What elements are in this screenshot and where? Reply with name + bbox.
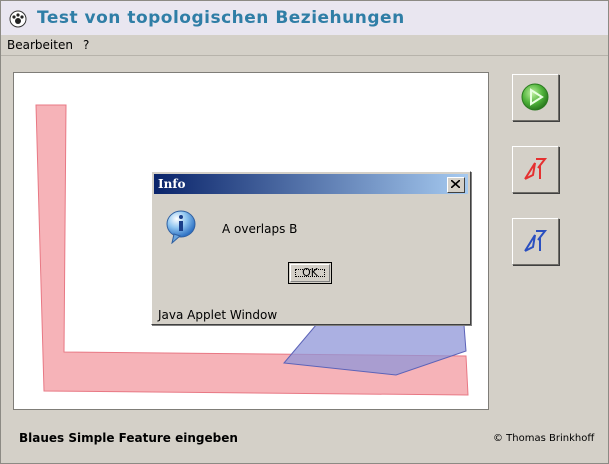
draw-red-feature-button[interactable] (512, 146, 559, 193)
menu-item-help[interactable]: ? (83, 38, 89, 52)
menu-bar: Bearbeiten ? (1, 35, 608, 56)
info-dialog: Info A overlaps B OK Java Applet Window (151, 171, 471, 325)
draw-blue-feature-button[interactable] (512, 218, 559, 265)
info-icon (166, 210, 196, 244)
ok-button[interactable]: OK (288, 262, 332, 284)
dialog-close-button[interactable] (447, 177, 465, 193)
menu-item-bearbeiten[interactable]: Bearbeiten (7, 38, 73, 52)
dialog-titlebar[interactable]: Info (154, 174, 468, 194)
copyright-text: © Thomas Brinkhoff (493, 433, 595, 444)
dialog-footer: Java Applet Window (158, 308, 278, 322)
app-title: Test von topologischen Beziehungen (37, 8, 405, 28)
ok-button-label: OK (302, 266, 318, 279)
status-text: Blaues Simple Feature eingeben (19, 431, 238, 445)
draw-polygon-red-icon (524, 158, 548, 180)
dialog-title: Info (158, 177, 186, 191)
dialog-message: A overlaps B (222, 222, 298, 236)
run-test-button[interactable] (512, 74, 559, 121)
title-bar: Test von topologischen Beziehungen (1, 1, 608, 35)
paw-logo-icon (9, 10, 27, 28)
app-window: Test von topologischen Beziehungen Bearb… (0, 0, 609, 464)
draw-polygon-blue-icon (524, 230, 548, 252)
play-icon (521, 83, 549, 111)
close-icon (451, 180, 460, 188)
